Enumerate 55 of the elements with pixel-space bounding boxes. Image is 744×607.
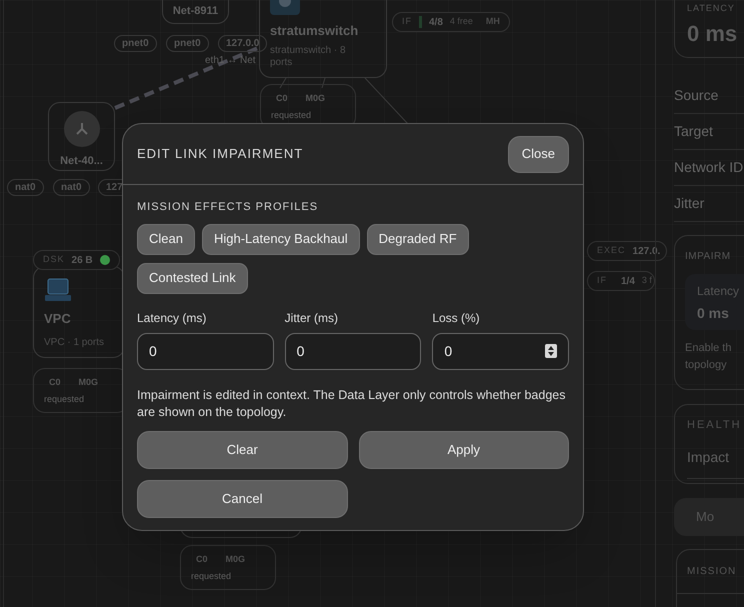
port-chip: pnet0 bbox=[114, 35, 157, 52]
latency-value: 0 ms bbox=[687, 20, 738, 48]
close-button[interactable]: Close bbox=[508, 136, 569, 172]
action-button[interactable]: Cancel bbox=[137, 480, 348, 518]
pill-value: 1/4 bbox=[621, 274, 635, 288]
node-title: stratumswitch bbox=[270, 22, 360, 40]
profile-button[interactable]: Clean bbox=[137, 224, 195, 254]
card-title: IMPAIRM bbox=[685, 250, 732, 264]
node-title: VPC bbox=[44, 310, 72, 328]
action-button[interactable]: Apply bbox=[358, 430, 569, 468]
cpu-count: C0 bbox=[49, 376, 61, 389]
memory-amount: M0G bbox=[78, 376, 98, 389]
node-title: Net-8911 bbox=[172, 4, 218, 18]
row-label: Network ID bbox=[674, 158, 744, 177]
row-label: Target bbox=[674, 122, 713, 141]
memory-amount: M0G bbox=[226, 553, 246, 566]
profile-button[interactable]: High-Latency Backhaul bbox=[202, 224, 360, 254]
status-text: requested bbox=[271, 108, 312, 122]
card-label: LATENCY bbox=[687, 3, 736, 13]
status-text: requested bbox=[191, 570, 232, 583]
field-label: Loss (%) bbox=[432, 310, 481, 326]
field-label: Latency (ms) bbox=[137, 310, 208, 326]
link-label: eth1 ↔ Net bbox=[205, 54, 256, 68]
modal-title: EDIT LINK IMPAIRMENT bbox=[137, 145, 304, 164]
computer-icon bbox=[44, 277, 72, 303]
network-icon bbox=[64, 111, 100, 147]
card-title: MISSION bbox=[687, 565, 736, 579]
cpu-count: C0 bbox=[276, 92, 288, 105]
port-chip: nat0 bbox=[53, 179, 90, 196]
pill-value: 26 B bbox=[72, 254, 93, 268]
profile-button[interactable]: Contested Link bbox=[137, 262, 248, 294]
row-label: Impact bbox=[687, 448, 730, 464]
port-chip: 127.0.0 bbox=[218, 35, 268, 52]
tile-value: 0 ms bbox=[697, 304, 730, 323]
pill-value: 4/8 bbox=[429, 16, 443, 30]
input-field[interactable]: 0 bbox=[432, 332, 569, 370]
help-text: Impairment is edited in context. The Data Layer only controls whether badges are shown on the topology. bbox=[137, 386, 566, 420]
profile-button[interactable]: Degraded RF bbox=[366, 224, 469, 254]
port-chip: pnet0 bbox=[166, 35, 209, 52]
card-text: Enable th topology bbox=[685, 341, 732, 373]
field-label: Jitter (ms) bbox=[284, 310, 339, 326]
memory-amount: M0G bbox=[306, 92, 326, 105]
cpu-count: C0 bbox=[196, 553, 208, 566]
stepper-icon bbox=[545, 344, 557, 358]
row-label: Jitter bbox=[674, 194, 704, 213]
input-field[interactable]: 0 bbox=[137, 332, 274, 370]
usage-bar-icon bbox=[419, 16, 422, 28]
port-chip: nat0 bbox=[7, 179, 44, 196]
input-field[interactable]: 0 bbox=[284, 332, 422, 370]
status-text: requested bbox=[44, 392, 86, 406]
node-title: Net-40... bbox=[60, 154, 103, 169]
section-label: MISSION EFFECTS PROFILES bbox=[137, 200, 320, 215]
row-label: Source bbox=[674, 86, 718, 105]
action-button[interactable]: Clear bbox=[137, 430, 348, 468]
tile-label: Latency bbox=[697, 283, 740, 300]
